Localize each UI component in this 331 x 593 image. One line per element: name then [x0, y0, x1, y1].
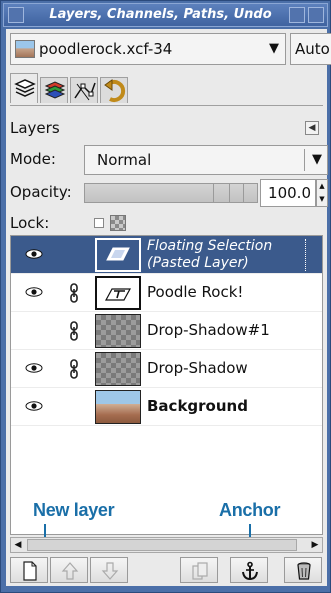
- mode-row: Mode: Normal ▼: [10, 145, 328, 175]
- opacity-spinner[interactable]: ▲ ▼: [316, 179, 328, 207]
- slider-tick: [229, 184, 230, 202]
- slider-tick: [213, 184, 214, 202]
- channels-tab-icon: [44, 81, 66, 99]
- paths-tab-icon: [74, 82, 96, 101]
- eye-icon[interactable]: [25, 363, 43, 373]
- scroll-right-icon[interactable]: ▶: [308, 538, 322, 552]
- image-selector-row: poodlerock.xcf-34 ▼ Auto: [10, 33, 331, 65]
- anchor-layer-button[interactable]: [230, 557, 268, 583]
- lock-label: Lock:: [10, 214, 50, 232]
- tab-layers[interactable]: [10, 73, 38, 103]
- layer-name: Floating Selection (Pasted Layer): [147, 238, 272, 272]
- focus-indicator: [305, 239, 306, 271]
- layer-button-bar: [10, 557, 323, 583]
- layer-name: Drop-Shadow#1: [147, 321, 270, 339]
- layer-thumbnail: [95, 314, 141, 348]
- dock-panel: poodlerock.xcf-34 ▼ Auto Layers ◀ Mode: …: [6, 29, 331, 586]
- text-layer-icon: [104, 288, 132, 301]
- annotation-leader-new-layer: [44, 524, 46, 538]
- duplicate-layer-icon: [192, 562, 208, 580]
- anchor-icon: [242, 561, 258, 581]
- layer-thumbnail: [95, 276, 141, 310]
- annotation-new-layer: New layer: [33, 500, 115, 520]
- layer-thumbnail: [95, 390, 141, 424]
- raise-layer-icon: [61, 562, 79, 580]
- layer-row-poodle-rock[interactable]: Poodle Rock!: [11, 274, 322, 312]
- scroll-left-icon[interactable]: ◀: [11, 538, 25, 552]
- eye-icon[interactable]: [25, 287, 43, 297]
- auto-button[interactable]: Auto: [290, 33, 331, 65]
- image-selector-value: poodlerock.xcf-34: [39, 40, 173, 58]
- opacity-slider[interactable]: [84, 183, 258, 203]
- undo-tab-icon: [104, 79, 126, 102]
- layer-row-drop-shadow-1[interactable]: Drop-Shadow#1: [11, 312, 322, 350]
- layer-row-floating-selection[interactable]: Floating Selection (Pasted Layer): [11, 236, 322, 274]
- delete-layer-icon: [297, 562, 311, 580]
- chain-icon[interactable]: [69, 359, 79, 379]
- chain-icon[interactable]: [69, 283, 79, 303]
- layer-name: Background: [147, 397, 248, 415]
- lock-alpha-icon: [110, 215, 126, 231]
- duplicate-layer-button[interactable]: [180, 557, 218, 583]
- window-menu-icon[interactable]: [8, 7, 24, 23]
- floating-selection-icon: [106, 247, 130, 261]
- chevron-down-icon: ▼: [269, 41, 279, 56]
- delete-layer-button[interactable]: [284, 557, 322, 583]
- lock-row: Lock:: [10, 211, 323, 235]
- mode-separator: [304, 149, 305, 171]
- lower-layer-button[interactable]: [90, 557, 128, 583]
- slider-tick: [243, 184, 244, 202]
- raise-layer-button[interactable]: [50, 557, 88, 583]
- layer-name: Poodle Rock!: [147, 283, 244, 301]
- tab-menu-icon[interactable]: ◀: [305, 121, 319, 135]
- image-thumbnail: [15, 40, 35, 58]
- chevron-down-icon: ▼: [312, 152, 322, 167]
- layer-name: Drop-Shadow: [147, 359, 248, 377]
- tab-channels[interactable]: [40, 77, 68, 103]
- dock-tabs: [10, 73, 130, 105]
- horizontal-scrollbar[interactable]: ◀ ▶: [10, 537, 323, 553]
- tab-paths[interactable]: [70, 77, 98, 103]
- shade-icon[interactable]: [289, 7, 305, 23]
- layers-dialog-header: Layers ◀: [10, 119, 323, 139]
- dock-window: Layers, Channels, Paths, Undo poodlerock…: [0, 0, 331, 593]
- close-icon[interactable]: [308, 7, 324, 23]
- window-title: Layers, Channels, Paths, Undo: [49, 7, 272, 22]
- layer-thumbnail: [95, 238, 141, 272]
- title-bar[interactable]: Layers, Channels, Paths, Undo: [3, 3, 328, 27]
- mode-label: Mode:: [10, 150, 56, 168]
- layers-list: Floating Selection (Pasted Layer) Poodle…: [10, 235, 323, 538]
- layer-row-background[interactable]: Background: [11, 388, 322, 426]
- layer-thumbnail: [95, 352, 141, 386]
- new-layer-button[interactable]: [10, 557, 48, 583]
- layers-tab-icon: [14, 79, 36, 97]
- layer-row-drop-shadow[interactable]: Drop-Shadow: [11, 350, 322, 388]
- eye-icon[interactable]: [25, 401, 43, 411]
- layer-name-line1: Floating Selection: [147, 238, 273, 254]
- tab-divider: [10, 105, 323, 106]
- lower-layer-icon: [101, 562, 119, 580]
- image-selector[interactable]: poodlerock.xcf-34 ▼: [10, 33, 286, 65]
- new-layer-icon: [23, 561, 37, 581]
- layer-name-line2: (Pasted Layer): [147, 255, 249, 271]
- chain-icon[interactable]: [69, 321, 79, 341]
- annotation-leader-anchor: [249, 524, 251, 538]
- annotation-anchor: Anchor: [219, 500, 281, 520]
- lock-alpha-checkbox[interactable]: [94, 218, 104, 228]
- opacity-input[interactable]: 100.0: [260, 179, 316, 207]
- tab-undo[interactable]: [100, 77, 128, 103]
- eye-icon[interactable]: [25, 249, 43, 259]
- mode-value: Normal: [97, 151, 152, 169]
- mode-select[interactable]: Normal ▼: [84, 145, 328, 175]
- opacity-row: Opacity: 100.0 ▲ ▼: [10, 179, 328, 207]
- dialog-title: Layers: [10, 119, 60, 137]
- scrollbar-thumb[interactable]: [27, 539, 297, 551]
- opacity-label: Opacity:: [10, 183, 72, 201]
